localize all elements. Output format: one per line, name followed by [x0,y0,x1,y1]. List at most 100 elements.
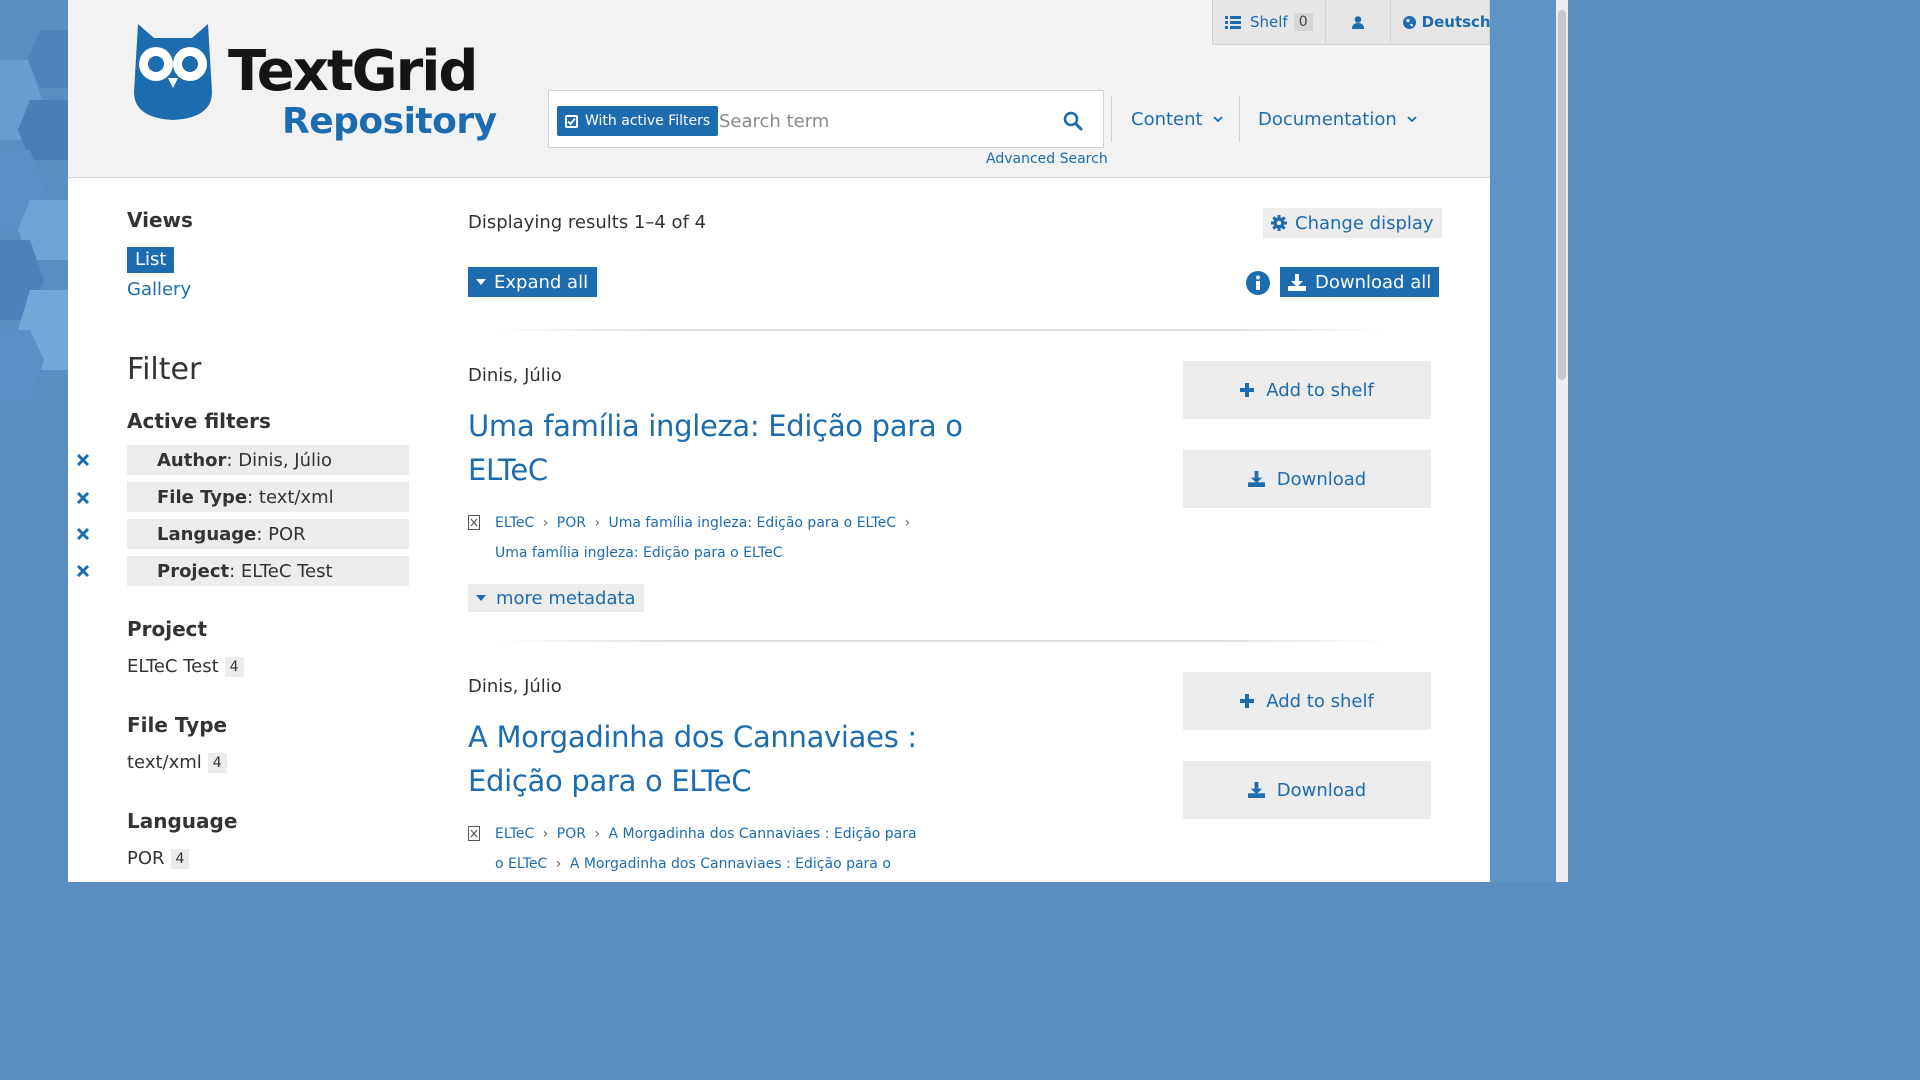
search-icon[interactable] [1063,111,1083,131]
add-to-shelf-button[interactable]: Add to shelf [1183,361,1431,419]
logo-title: TextGrid [228,39,478,104]
path-segment[interactable]: POR [557,515,586,531]
change-display-label: Change display [1295,212,1434,234]
path-segment[interactable]: ELTeC [495,826,534,842]
remove-filter-icon[interactable] [76,527,90,541]
nav-content[interactable]: Content [1131,90,1223,148]
result-path: ELTeC › POR › Uma família ingleza: Ediçã… [468,508,928,568]
chevron-right-icon: › [904,515,911,531]
path-segment[interactable]: A Morgadinha dos Cannaviaes : Edição par… [609,826,917,842]
view-list-button[interactable]: List [127,247,175,273]
more-metadata-button[interactable]: more metadata [468,584,644,612]
facet-heading-filetype: File Type [127,713,228,737]
facet-value-language[interactable]: POR 4 [127,848,190,869]
add-to-shelf-button[interactable]: Add to shelf [1183,672,1431,730]
caret-down-icon [476,595,486,601]
shelf-count-badge: 0 [1293,13,1313,31]
remove-filter-icon[interactable] [76,491,90,505]
add-to-shelf-label: Add to shelf [1266,379,1374,401]
result-author[interactable]: Dinis, Júlio [468,676,562,697]
change-display-button[interactable]: Change display [1263,208,1442,238]
language-label: Deutsch [1421,13,1491,31]
search-input[interactable] [717,105,1041,137]
result-title[interactable]: Uma família ingleza: Edição para o ELTeC [468,404,988,492]
path-line: ELTeC › POR › Uma família ingleza: Ediçã… [495,508,928,538]
chevron-down-icon [1212,116,1223,123]
textgrid-logo[interactable]: TextGrid Repository [132,22,497,146]
remove-filter-icon[interactable] [76,564,90,578]
facet-value-project[interactable]: ELTeC Test 4 [127,656,244,677]
path-segment[interactable]: Uma família ingleza: Edição para o ELTeC [609,515,896,531]
facet-heading-project: Project [127,617,208,641]
advanced-search-link[interactable]: Advanced Search [986,151,1108,167]
facet-count: 4 [170,848,190,869]
facet-count: 4 [207,752,227,773]
filter-key: Project [157,560,230,582]
caret-down-icon [476,279,486,285]
active-filters-heading: Active filters [127,409,271,433]
remove-filter-icon[interactable] [76,453,90,467]
chevron-right-icon: › [555,856,562,872]
facet-value-filetype[interactable]: text/xml 4 [127,752,227,773]
download-label: Download [1276,468,1367,490]
path-segment[interactable]: o ELTeC [495,856,547,872]
plus-icon [1240,694,1255,708]
facet-label: ELTeC Test [127,656,219,677]
nav-documentation[interactable]: Documentation [1258,90,1417,148]
path-segment[interactable]: POR [557,826,586,842]
download-icon [1288,273,1306,291]
filter-value: : POR [256,523,306,545]
chevron-right-icon: › [542,515,549,531]
gear-icon [1271,215,1287,231]
view-gallery-link[interactable]: Gallery [127,279,191,300]
facet-label: POR [127,848,165,869]
download-button[interactable]: Download [1183,450,1431,508]
result-divider [498,640,1388,642]
chevron-right-icon: › [594,515,601,531]
page: TextGrid Repository Shelf 0 Deutsch With… [68,0,1491,882]
active-filter-project: Project: ELTeC Test [127,556,409,586]
result-author[interactable]: Dinis, Júlio [468,365,562,386]
chevron-right-icon: › [542,826,549,842]
path-segment[interactable]: ELTeC [495,515,534,531]
path-segment[interactable]: Uma família ingleza: Edição para o ELTeC [495,545,782,561]
expand-all-button[interactable]: Expand all [468,267,598,297]
path-line: o ELTeC › A Morgadinha dos Cannaviaes : … [495,849,928,879]
result-title[interactable]: A Morgadinha dos Cannaviaes : Edição par… [468,715,988,803]
facet-count: 4 [224,656,244,677]
filter-value: : text/xml [247,486,334,508]
language-switch[interactable]: Deutsch [1391,0,1503,45]
scrollbar-thumb[interactable] [1558,10,1566,380]
download-all-button[interactable]: Download all [1280,267,1440,297]
result-path: ELTeC › POR › A Morgadinha dos Cannaviae… [468,819,928,879]
nav-documentation-label: Documentation [1258,108,1397,130]
list-icon [1225,15,1241,29]
filter-key: Author [157,449,227,471]
filter-heading: Filter [127,352,202,387]
add-to-shelf-label: Add to shelf [1266,690,1374,712]
chevron-right-icon: › [594,826,601,842]
user-button[interactable] [1326,0,1391,45]
info-icon[interactable] [1246,271,1270,295]
hexagon-pattern [0,30,68,400]
user-icon [1351,15,1364,29]
active-filters-toggle[interactable]: With active Filters [557,106,719,136]
download-button[interactable]: Download [1183,761,1431,819]
shelf-link[interactable]: Shelf 0 [1213,0,1326,45]
page-scrollbar[interactable] [1556,0,1568,882]
header: TextGrid Repository Shelf 0 Deutsch With… [68,0,1491,178]
active-filters-label: With active Filters [585,113,711,129]
nav-content-label: Content [1131,108,1203,130]
path-segment[interactable]: A Morgadinha dos Cannaviaes : Edição par… [570,856,891,872]
active-filter-author: Author: Dinis, Júlio [127,445,409,475]
filter-value: : ELTeC Test [229,560,333,582]
globe-icon [1402,15,1416,29]
checkbox-icon [565,114,578,128]
download-icon [1247,471,1265,487]
xml-file-icon [468,515,480,530]
xml-file-icon [468,826,480,841]
active-filter-language: Language: POR [127,519,409,549]
owl-icon [134,24,212,120]
shelf-label: Shelf [1250,13,1288,31]
download-label: Download [1276,779,1367,801]
